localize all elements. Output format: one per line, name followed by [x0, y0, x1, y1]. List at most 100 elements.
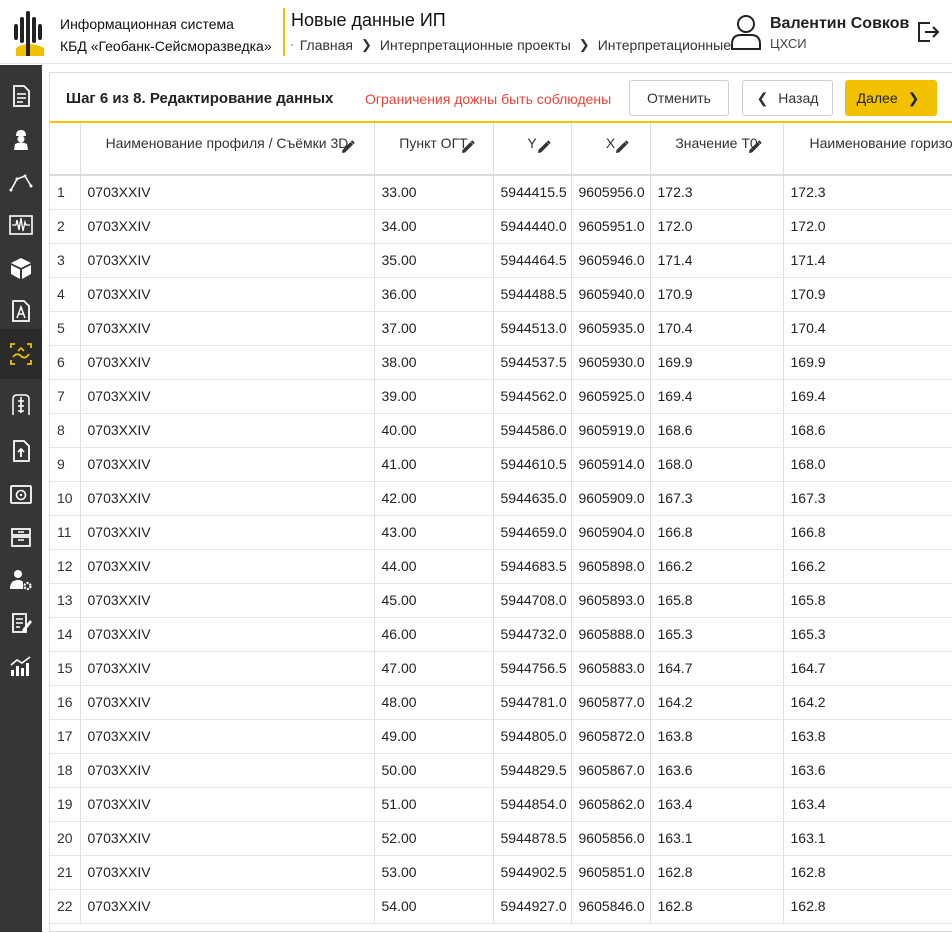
t0-value-cell[interactable]: 168.0: [650, 447, 783, 481]
x-coordinate-cell[interactable]: 9605914.0: [571, 447, 650, 481]
table-row[interactable]: 120703XXIV44.005944683.59605898.0166.216…: [50, 549, 952, 583]
sidebar-item-documents[interactable]: [0, 79, 42, 113]
t0-value-cell[interactable]: 167.3: [650, 481, 783, 515]
table-row[interactable]: 170703XXIV49.005944805.09605872.0163.816…: [50, 719, 952, 753]
table-row[interactable]: 190703XXIV51.005944854.09605862.0163.416…: [50, 787, 952, 821]
horizon-cell[interactable]: 168.6: [783, 413, 952, 447]
x-coordinate-cell[interactable]: 9605893.0: [571, 583, 650, 617]
t0-value-cell[interactable]: 169.4: [650, 379, 783, 413]
sidebar-item-users[interactable]: [0, 563, 42, 597]
cdp-cell[interactable]: 52.00: [374, 821, 493, 855]
table-row[interactable]: 220703XXIV54.005944927.09605846.0162.816…: [50, 889, 952, 923]
profile-name-cell[interactable]: 0703XXIV: [80, 889, 374, 923]
profile-name-cell[interactable]: 0703XXIV: [80, 855, 374, 889]
sidebar-item-wells[interactable]: [0, 388, 42, 422]
t0-value-cell[interactable]: 169.9: [650, 345, 783, 379]
cdp-cell[interactable]: 48.00: [374, 685, 493, 719]
breadcrumb-home[interactable]: Главная: [300, 37, 353, 53]
sidebar-item-archive[interactable]: [0, 520, 42, 554]
horizon-cell[interactable]: 170.9: [783, 277, 952, 311]
horizon-cell[interactable]: 169.9: [783, 345, 952, 379]
horizon-cell[interactable]: 167.3: [783, 481, 952, 515]
cdp-cell[interactable]: 54.00: [374, 889, 493, 923]
column-header-profile[interactable]: Наименование профиля / Съёмки 3D: [80, 123, 374, 175]
edit-column-icon[interactable]: [537, 140, 551, 154]
cdp-cell[interactable]: 36.00: [374, 277, 493, 311]
horizon-cell[interactable]: 170.4: [783, 311, 952, 345]
horizon-cell[interactable]: 164.2: [783, 685, 952, 719]
x-coordinate-cell[interactable]: 9605867.0: [571, 753, 650, 787]
sidebar-item-reports[interactable]: [0, 294, 42, 328]
horizon-cell[interactable]: 164.7: [783, 651, 952, 685]
x-coordinate-cell[interactable]: 9605851.0: [571, 855, 650, 889]
column-header-y[interactable]: Y: [493, 123, 571, 175]
user-name[interactable]: Валентин Совков: [770, 15, 909, 33]
profile-name-cell[interactable]: 0703XXIV: [80, 515, 374, 549]
t0-value-cell[interactable]: 166.8: [650, 515, 783, 549]
x-coordinate-cell[interactable]: 9605846.0: [571, 889, 650, 923]
cdp-cell[interactable]: 44.00: [374, 549, 493, 583]
table-row[interactable]: 130703XXIV45.005944708.09605893.0165.816…: [50, 583, 952, 617]
x-coordinate-cell[interactable]: 9605946.0: [571, 243, 650, 277]
cdp-cell[interactable]: 41.00: [374, 447, 493, 481]
horizon-cell[interactable]: 163.6: [783, 753, 952, 787]
profile-name-cell[interactable]: 0703XXIV: [80, 651, 374, 685]
table-row[interactable]: 50703XXIV37.005944513.09605935.0170.4170…: [50, 311, 952, 345]
t0-value-cell[interactable]: 162.8: [650, 889, 783, 923]
logout-icon[interactable]: [916, 20, 940, 44]
t0-value-cell[interactable]: 166.2: [650, 549, 783, 583]
y-coordinate-cell[interactable]: 5944659.0: [493, 515, 571, 549]
t0-value-cell[interactable]: 168.6: [650, 413, 783, 447]
horizon-cell[interactable]: 171.4: [783, 243, 952, 277]
t0-value-cell[interactable]: 165.8: [650, 583, 783, 617]
t0-value-cell[interactable]: 172.3: [650, 175, 783, 209]
x-coordinate-cell[interactable]: 9605909.0: [571, 481, 650, 515]
sidebar-item-interpretation[interactable]: [0, 329, 42, 379]
profile-name-cell[interactable]: 0703XXIV: [80, 685, 374, 719]
x-coordinate-cell[interactable]: 9605935.0: [571, 311, 650, 345]
breadcrumb-current[interactable]: Интерпретационные: [598, 37, 731, 53]
table-row[interactable]: 20703XXIV34.005944440.09605951.0172.0172…: [50, 209, 952, 243]
t0-value-cell[interactable]: 163.4: [650, 787, 783, 821]
t0-value-cell[interactable]: 170.4: [650, 311, 783, 345]
cdp-cell[interactable]: 38.00: [374, 345, 493, 379]
user-avatar-icon[interactable]: [730, 14, 762, 50]
cdp-cell[interactable]: 50.00: [374, 753, 493, 787]
sidebar-item-storage[interactable]: [0, 477, 42, 511]
sidebar-item-3d-surveys[interactable]: [0, 251, 42, 285]
sidebar-item-statistics[interactable]: [0, 649, 42, 683]
horizon-cell[interactable]: 165.3: [783, 617, 952, 651]
profile-name-cell[interactable]: 0703XXIV: [80, 413, 374, 447]
next-button[interactable]: Далее❯: [845, 80, 937, 116]
y-coordinate-cell[interactable]: 5944902.5: [493, 855, 571, 889]
table-row[interactable]: 90703XXIV41.005944610.59605914.0168.0168…: [50, 447, 952, 481]
column-header-t0[interactable]: Значение Т0: [650, 123, 783, 175]
table-row[interactable]: 200703XXIV52.005944878.59605856.0163.116…: [50, 821, 952, 855]
y-coordinate-cell[interactable]: 5944829.5: [493, 753, 571, 787]
table-row[interactable]: 100703XXIV42.005944635.09605909.0167.316…: [50, 481, 952, 515]
profile-name-cell[interactable]: 0703XXIV: [80, 311, 374, 345]
x-coordinate-cell[interactable]: 9605925.0: [571, 379, 650, 413]
horizon-cell[interactable]: 162.8: [783, 855, 952, 889]
t0-value-cell[interactable]: 165.3: [650, 617, 783, 651]
profile-name-cell[interactable]: 0703XXIV: [80, 583, 374, 617]
horizon-cell[interactable]: 162.8: [783, 889, 952, 923]
profile-name-cell[interactable]: 0703XXIV: [80, 345, 374, 379]
breadcrumb-projects[interactable]: Интерпретационные проекты: [380, 37, 571, 53]
x-coordinate-cell[interactable]: 9605898.0: [571, 549, 650, 583]
horizon-cell[interactable]: 163.1: [783, 821, 952, 855]
x-coordinate-cell[interactable]: 9605904.0: [571, 515, 650, 549]
x-coordinate-cell[interactable]: 9605951.0: [571, 209, 650, 243]
y-coordinate-cell[interactable]: 5944805.0: [493, 719, 571, 753]
column-header-horizon[interactable]: Наименование горизонта: [783, 123, 952, 175]
y-coordinate-cell[interactable]: 5944513.0: [493, 311, 571, 345]
table-row[interactable]: 160703XXIV48.005944781.09605877.0164.216…: [50, 685, 952, 719]
t0-value-cell[interactable]: 172.0: [650, 209, 783, 243]
y-coordinate-cell[interactable]: 5944683.5: [493, 549, 571, 583]
y-coordinate-cell[interactable]: 5944781.0: [493, 685, 571, 719]
cdp-cell[interactable]: 40.00: [374, 413, 493, 447]
x-coordinate-cell[interactable]: 9605940.0: [571, 277, 650, 311]
y-coordinate-cell[interactable]: 5944854.0: [493, 787, 571, 821]
edit-column-icon[interactable]: [615, 140, 629, 154]
profile-name-cell[interactable]: 0703XXIV: [80, 821, 374, 855]
